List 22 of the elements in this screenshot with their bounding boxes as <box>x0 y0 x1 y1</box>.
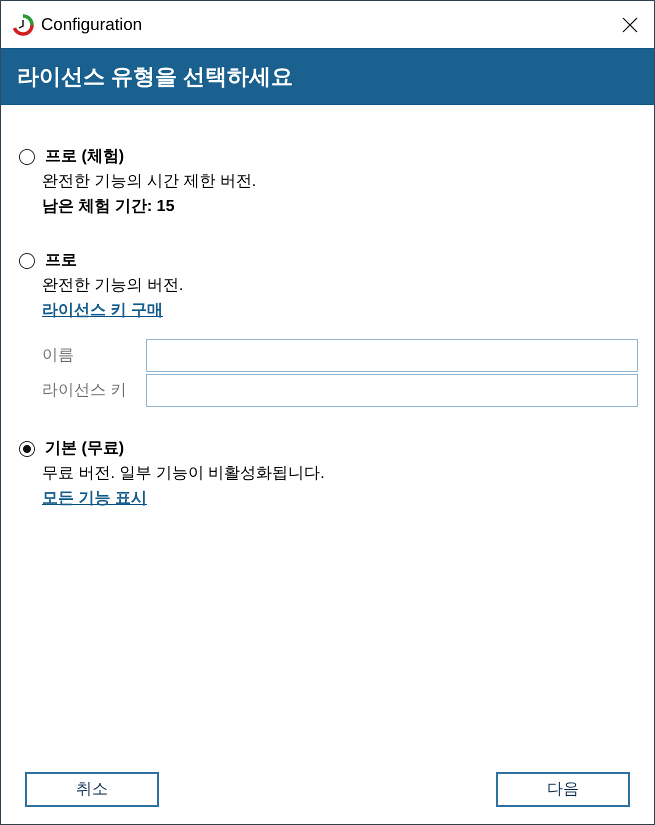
trial-days-text: 남은 체험 기간: 15 <box>42 197 176 217</box>
input-field[interactable] <box>146 339 638 372</box>
radio-button[interactable] <box>19 149 35 165</box>
radio-button[interactable] <box>19 441 35 457</box>
field-label: 라이선스 키 <box>42 380 128 400</box>
option-description: 무료 버전. 일부 기능이 비활성화됩니다. <box>42 464 326 484</box>
option-description: 완전한 기능의 시간 제한 버전. <box>42 172 258 192</box>
dialog-button[interactable]: 취소 <box>25 772 159 807</box>
header-title: 라이선스 유형을 선택하세요 <box>17 63 294 91</box>
app-logo-icon <box>11 12 35 36</box>
input-field[interactable] <box>146 374 638 407</box>
option-title: 프로 (체험) <box>45 147 124 167</box>
option-description: 완전한 기능의 버전. <box>42 276 184 296</box>
field-label: 이름 <box>42 346 75 366</box>
option-title: 기본 (무료) <box>45 439 124 459</box>
close-icon[interactable] <box>622 16 638 32</box>
window-title: Configuration <box>41 14 142 36</box>
dialog-button[interactable]: 다음 <box>496 772 630 807</box>
radio-button[interactable] <box>19 253 35 269</box>
option-title: 프로 <box>45 251 77 271</box>
link[interactable]: 라이선스 키 구매 <box>42 299 163 323</box>
link[interactable]: 모든 기능 표시 <box>42 487 147 511</box>
